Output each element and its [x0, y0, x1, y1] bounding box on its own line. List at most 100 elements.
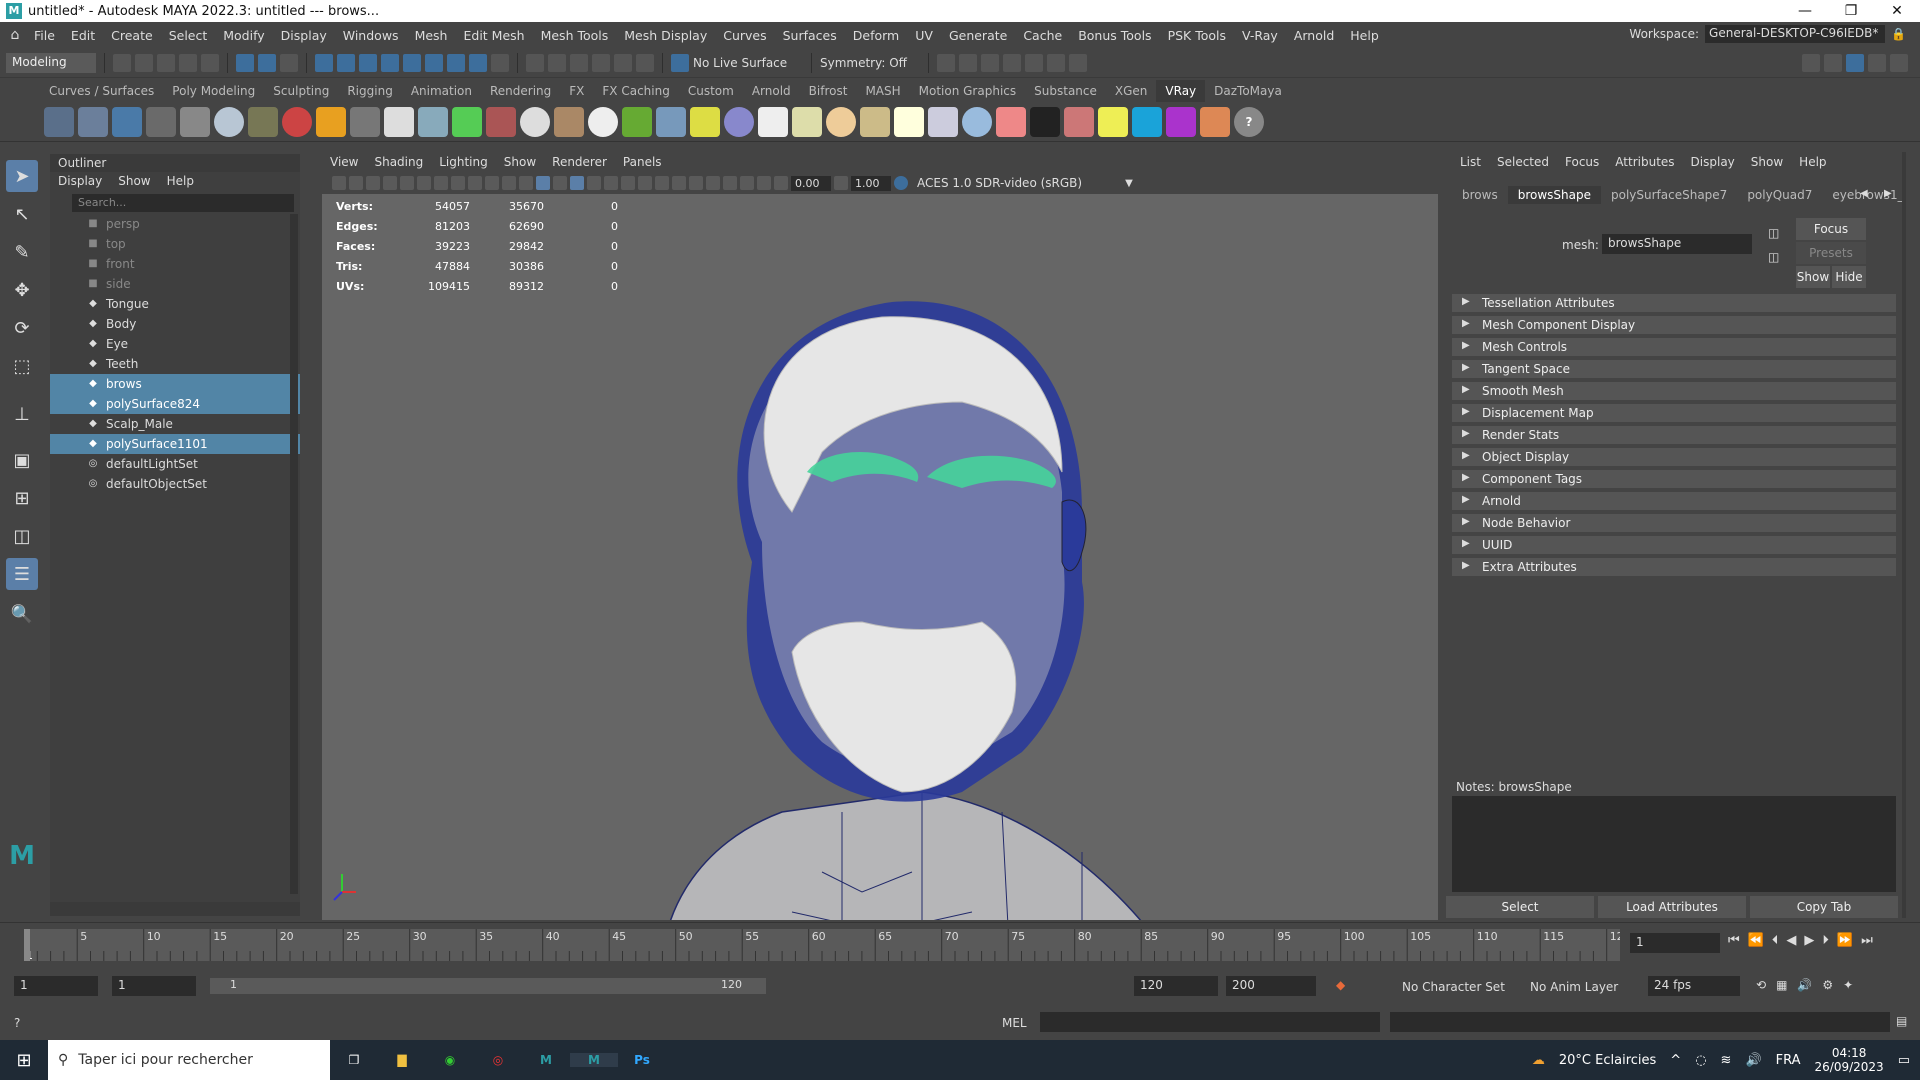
taskbar-search[interactable]: ⚲ Taper ici pour rechercher [48, 1040, 330, 1080]
file-explorer-icon[interactable]: ▇ [378, 1053, 426, 1067]
scale-tool-icon[interactable]: ⬚ [6, 350, 38, 382]
vray-grid-icon[interactable] [78, 106, 108, 137]
channel-box-icon[interactable] [1890, 54, 1908, 72]
menu-file[interactable]: File [26, 28, 63, 43]
input-icon[interactable] [548, 53, 566, 72]
outliner-layout-icon[interactable]: ☰ [6, 558, 38, 590]
language-indicator[interactable]: FRA [1776, 1053, 1801, 1068]
construction-history-icon[interactable] [592, 53, 610, 72]
menu-edit[interactable]: Edit [63, 28, 103, 43]
current-frame-marker[interactable] [24, 929, 30, 961]
vray-dome-icon[interactable] [520, 106, 550, 137]
current-frame-field[interactable]: 1 [1630, 933, 1720, 953]
vray-cloud-icon[interactable] [1132, 106, 1162, 137]
outliner-search-input[interactable]: Search... [72, 194, 294, 212]
output-icon[interactable] [570, 53, 588, 72]
character-controls-icon[interactable] [1824, 54, 1842, 72]
open-scene-icon[interactable] [135, 53, 153, 72]
play-forward-icon[interactable]: ▶ [1804, 933, 1814, 948]
animation-start-field[interactable]: 1 [14, 976, 98, 996]
outliner-vscrollbar[interactable] [290, 214, 298, 894]
photoshop-icon[interactable]: Ps [618, 1053, 666, 1067]
attr-menu-attributes[interactable]: Attributes [1607, 155, 1682, 169]
vray-cube-icon[interactable] [384, 106, 414, 137]
vray-spot-icon[interactable] [792, 106, 822, 137]
menu-create[interactable]: Create [103, 28, 161, 43]
attr-tab-brows[interactable]: brows [1452, 186, 1508, 204]
select-hierarchy-icon[interactable] [236, 53, 254, 72]
hypershade-icon[interactable] [1025, 53, 1043, 72]
undo-icon[interactable] [179, 53, 197, 72]
section-component-tags[interactable]: Component Tags [1452, 470, 1896, 488]
play-backward-icon[interactable]: ◀ [1786, 933, 1796, 948]
snap-point-icon[interactable] [359, 53, 377, 72]
vray-bulb-icon[interactable] [826, 106, 856, 137]
cache-icon[interactable]: ▦ [1776, 978, 1787, 992]
vray-plug-icon[interactable] [146, 106, 176, 137]
lock-selection-icon[interactable] [491, 53, 509, 72]
anim-layer-dropdown[interactable]: No Anim Layer [1530, 980, 1618, 994]
vray-rect-light-icon[interactable] [928, 106, 958, 137]
menu-curves[interactable]: Curves [715, 28, 774, 43]
live-surface-label[interactable]: No Live Surface [693, 56, 803, 70]
go-to-start-icon[interactable]: ⏮ [1728, 933, 1740, 948]
vray-frame-buffer-icon[interactable] [112, 106, 142, 137]
outliner-menu-show[interactable]: Show [118, 174, 150, 190]
vray-plane-icon[interactable] [350, 106, 380, 137]
script-editor-icon[interactable]: ▤ [1896, 1014, 1907, 1028]
character-set-dropdown[interactable]: No Character Set [1402, 980, 1505, 994]
snap-pivot-icon[interactable] [469, 53, 487, 72]
focus-button[interactable]: Focus [1796, 218, 1866, 240]
shelf-tab-bifrost[interactable]: Bifrost [800, 80, 857, 102]
section-render-stats[interactable]: Render Stats [1452, 426, 1896, 444]
outliner-item[interactable]: ◎ defaultLightSet [50, 454, 300, 474]
shelf-tab-animation[interactable]: Animation [402, 80, 481, 102]
menu-arnold[interactable]: Arnold [1286, 28, 1342, 43]
render-settings-icon[interactable] [1003, 53, 1021, 72]
wifi-icon[interactable]: ≋ [1721, 1053, 1732, 1068]
ipr-icon[interactable] [636, 53, 654, 72]
tool-settings-icon[interactable] [1868, 54, 1886, 72]
menu-psk-tools[interactable]: PSK Tools [1160, 28, 1234, 43]
step-back-key-icon[interactable]: ⏪ [1748, 933, 1764, 948]
outliner-item[interactable]: ■ front [50, 254, 300, 274]
render-view-icon[interactable] [937, 53, 955, 72]
presets-button[interactable]: Presets [1796, 242, 1866, 264]
menu-modify[interactable]: Modify [215, 28, 272, 43]
axis-tool-icon[interactable]: ⊥ [6, 398, 38, 430]
weather-text[interactable]: 20°C Eclaircies [1559, 1053, 1656, 1068]
shelf-tab-curves-surfaces[interactable]: Curves / Surfaces [40, 80, 163, 102]
snap-surface-icon[interactable] [381, 53, 399, 72]
section-mesh-controls[interactable]: Mesh Controls [1452, 338, 1896, 356]
shelf-tab-motion-graphics[interactable]: Motion Graphics [910, 80, 1026, 102]
script-language-label[interactable]: MEL [1002, 1016, 1027, 1030]
attr-menu-selected[interactable]: Selected [1489, 155, 1557, 169]
maya-taskbar-icon[interactable]: M [522, 1053, 570, 1067]
vray-cone-icon[interactable] [418, 106, 448, 137]
home-icon[interactable]: ⌂ [4, 27, 26, 43]
attr-tab-polysurfaceshape7[interactable]: polySurfaceShape7 [1601, 186, 1737, 204]
mesh-name-field[interactable]: browsShape [1602, 234, 1752, 254]
hide-button[interactable]: Hide [1832, 266, 1866, 288]
menu-help[interactable]: Help [1342, 28, 1387, 43]
auto-key-icon[interactable]: ◆ [1336, 978, 1345, 992]
vray-sun-icon[interactable] [894, 106, 924, 137]
opera-icon[interactable]: ◎ [474, 1053, 522, 1067]
shelf-tab-rigging[interactable]: Rigging [338, 80, 401, 102]
menu-mesh[interactable]: Mesh [407, 28, 456, 43]
vray-mesh-light-icon[interactable] [758, 106, 788, 137]
shelf-tab-xgen[interactable]: XGen [1106, 80, 1157, 102]
outliner-item[interactable]: ■ top [50, 234, 300, 254]
vray-material-icon[interactable] [282, 106, 312, 137]
vray-sphere-light-icon[interactable] [214, 106, 244, 137]
render-current-icon[interactable] [614, 53, 632, 72]
attr-menu-focus[interactable]: Focus [1557, 155, 1607, 169]
attr-menu-list[interactable]: List [1452, 155, 1489, 169]
single-pane-icon[interactable]: ▣ [6, 444, 38, 476]
vray-wheel-icon[interactable] [486, 106, 516, 137]
section-node-behavior[interactable]: Node Behavior [1452, 514, 1896, 532]
step-back-frame-icon[interactable]: ⏴ [1772, 933, 1779, 948]
redo-icon[interactable] [201, 53, 219, 72]
shelf-tab-vray[interactable]: VRay [1156, 80, 1206, 102]
menu-bonus-tools[interactable]: Bonus Tools [1070, 28, 1159, 43]
